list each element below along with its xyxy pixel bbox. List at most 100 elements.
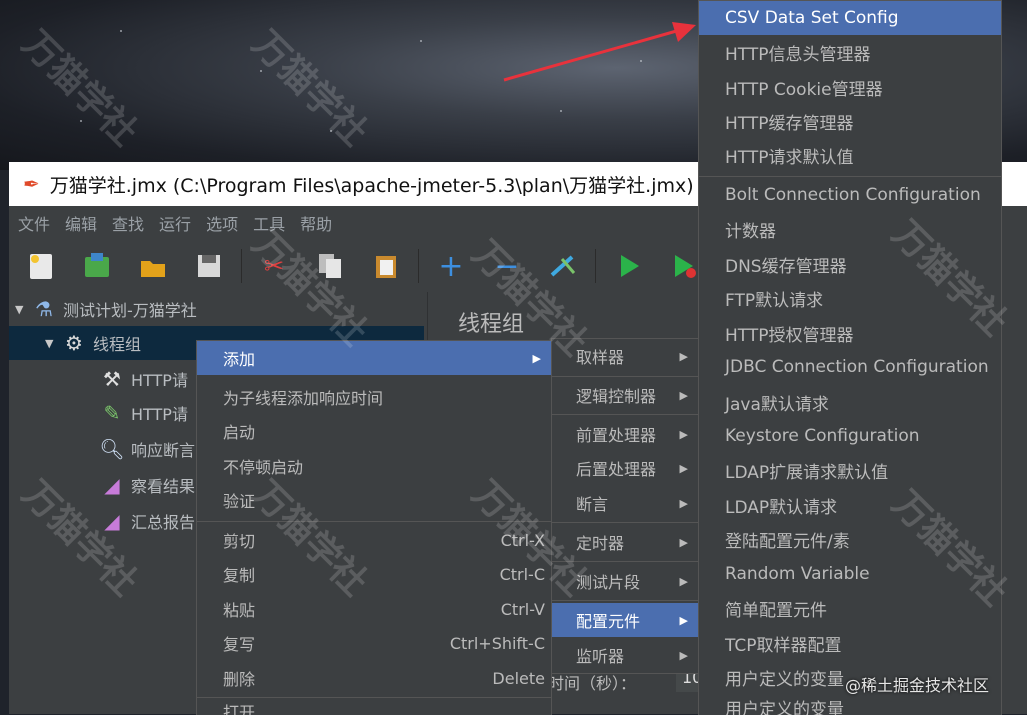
tree-label: 线程组 <box>93 335 142 354</box>
config-item-http-auth-manager[interactable]: HTTP授权管理器 <box>699 316 1001 350</box>
config-item-keystore[interactable]: Keystore Configuration <box>699 419 1001 453</box>
submenu-arrow-icon: ▶ <box>679 349 688 363</box>
templates-icon[interactable] <box>79 248 115 284</box>
new-icon[interactable] <box>23 248 59 284</box>
menu-item-label: JDBC Connection Configuration <box>725 357 989 377</box>
config-item-simple-config[interactable]: 简单配置元件 <box>699 591 1001 625</box>
collapse-icon[interactable]: − <box>489 248 525 284</box>
paste-icon[interactable] <box>368 248 404 284</box>
menu-separator <box>197 521 551 522</box>
menu-item-paste[interactable]: 粘贴 Ctrl-V <box>197 592 551 626</box>
config-item-tcp-sampler-config[interactable]: TCP取样器配置 <box>699 626 1001 660</box>
flask-icon: ⚗ <box>35 297 53 321</box>
menu-item-label: 用户定义的变量 <box>725 700 844 715</box>
menu-item-add[interactable]: 添加 ▶ <box>197 341 551 375</box>
submenu-item-pre-processor[interactable]: 前置处理器 ▶ <box>552 417 698 451</box>
submenu-arrow-icon: ▶ <box>679 461 688 475</box>
add-submenu: 取样器 ▶ 逻辑控制器 ▶ 前置处理器 ▶ 后置处理器 ▶ 断言 ▶ 定时器 ▶ 测试片段 ▶… <box>551 338 699 674</box>
pipette-icon: ✎ <box>103 401 121 425</box>
menu-item-label: 前置处理器 <box>576 426 657 445</box>
save-icon[interactable] <box>191 248 227 284</box>
config-item-dns-cache-manager[interactable]: DNS缓存管理器 <box>699 247 1001 281</box>
expand-icon[interactable]: + <box>433 248 469 284</box>
menu-separator <box>552 376 698 377</box>
config-item-csv-data-set[interactable]: CSV Data Set Config <box>699 1 1001 35</box>
panel-title: 线程组 <box>458 312 525 337</box>
tree-label: 汇总报告 <box>131 513 196 532</box>
copy-icon[interactable] <box>312 248 348 284</box>
config-item-ldap-defaults[interactable]: LDAP默认请求 <box>699 488 1001 522</box>
tree-node-view-results[interactable]: ◢ 察看结果 <box>99 468 195 502</box>
config-item-counter[interactable]: 计数器 <box>699 212 1001 246</box>
submenu-item-sampler[interactable]: 取样器 ▶ <box>552 339 698 373</box>
collapse-triangle-icon[interactable]: ▼ <box>45 337 61 350</box>
submenu-item-post-processor[interactable]: 后置处理器 ▶ <box>552 451 698 485</box>
menu-help[interactable]: 帮助 <box>300 211 332 235</box>
menu-item-label: 验证 <box>223 492 256 511</box>
tree-label: 测试计划-万猫学社 <box>63 301 197 320</box>
cut-icon[interactable]: ✂ <box>256 248 292 284</box>
submenu-item-assertion[interactable]: 断言 ▶ <box>552 486 698 520</box>
start-icon[interactable] <box>610 248 646 284</box>
config-item-java-defaults[interactable]: Java默认请求 <box>699 385 1001 419</box>
menu-item-label: 用户定义的变量 <box>725 669 844 690</box>
collapse-triangle-icon[interactable]: ▼ <box>15 303 31 316</box>
start-no-pause-icon[interactable] <box>666 248 702 284</box>
menu-tools[interactable]: 工具 <box>253 211 285 235</box>
menu-item-label: 测试片段 <box>576 573 641 592</box>
menu-file[interactable]: 文件 <box>18 211 50 235</box>
menu-item-cut[interactable]: 剪切 Ctrl-X <box>197 523 551 557</box>
menu-item-validate[interactable]: 验证 <box>197 483 551 517</box>
menu-options[interactable]: 选项 <box>206 211 238 235</box>
toolbar-separator <box>418 249 419 283</box>
submenu-item-timer[interactable]: 定时器 ▶ <box>552 525 698 559</box>
open-icon[interactable] <box>135 248 171 284</box>
tree-node-test-plan[interactable]: ▼ ⚗ 测试计划-万猫学社 <box>15 292 424 326</box>
submenu-item-config-element[interactable]: 配置元件 ▶ <box>552 603 698 637</box>
submenu-arrow-icon: ▶ <box>679 613 688 627</box>
config-item-random-variable[interactable]: Random Variable <box>699 557 1001 591</box>
tree-node-summary-report[interactable]: ◢ 汇总报告 <box>99 504 195 538</box>
window-title: 万猫学社.jmx (C:\Program Files\apache-jmeter… <box>49 174 760 197</box>
config-item-ftp-defaults[interactable]: FTP默认请求 <box>699 281 1001 315</box>
menu-item-delete[interactable]: 删除 Delete <box>197 661 551 695</box>
menu-item-copy[interactable]: 复制 Ctrl-C <box>197 557 551 591</box>
config-item-http-header-manager[interactable]: HTTP信息头管理器 <box>699 35 1001 69</box>
tools-icon: ⚒ <box>103 367 121 391</box>
config-item-ldap-extended-defaults[interactable]: LDAP扩展请求默认值 <box>699 453 1001 487</box>
toggle-icon[interactable] <box>545 248 581 284</box>
config-item-user-defined-variables-2[interactable]: 用户定义的变量 <box>699 695 1001 715</box>
menu-item-label: 添加 <box>223 350 256 369</box>
menu-shortcut: Ctrl-C <box>499 564 545 584</box>
menu-item-label: 为子线程添加响应时间 <box>223 389 384 408</box>
config-item-http-cache-manager[interactable]: HTTP缓存管理器 <box>699 104 1001 138</box>
submenu-arrow-icon: ▶ <box>679 535 688 549</box>
menu-item-start[interactable]: 启动 <box>197 414 551 448</box>
menu-item-duplicate[interactable]: 复写 Ctrl+Shift-C <box>197 626 551 660</box>
tree-node-http-request-2[interactable]: ✎ HTTP请 <box>99 396 188 430</box>
submenu-item-listener[interactable]: 监听器 ▶ <box>552 638 698 672</box>
submenu-arrow-icon: ▶ <box>532 351 541 365</box>
menu-item-open[interactable]: 打开 <box>197 699 551 715</box>
menu-run[interactable]: 运行 <box>159 211 191 235</box>
config-item-bolt-connection[interactable]: Bolt Connection Configuration <box>699 178 1001 212</box>
config-item-login-config[interactable]: 登陆配置元件/素 <box>699 522 1001 556</box>
submenu-item-logic-controller[interactable]: 逻辑控制器 ▶ <box>552 378 698 412</box>
menu-separator <box>552 414 698 415</box>
menu-item-label: 删除 <box>223 670 256 689</box>
menu-search[interactable]: 查找 <box>112 211 144 235</box>
config-item-http-request-defaults[interactable]: HTTP请求默认值 <box>699 138 1001 172</box>
menu-item-add-response-time[interactable]: 为子线程添加响应时间 <box>197 380 551 414</box>
submenu-arrow-icon: ▶ <box>679 496 688 510</box>
config-item-jdbc-connection[interactable]: JDBC Connection Configuration <box>699 350 1001 384</box>
tree-label: 察看结果 <box>131 477 196 496</box>
menu-item-start-no-pause[interactable]: 不停顿启动 <box>197 449 551 483</box>
menu-item-label: LDAP默认请求 <box>725 497 838 518</box>
tree-node-http-request-1[interactable]: ⚒ HTTP请 <box>99 362 188 396</box>
menu-item-label: 后置处理器 <box>576 460 657 479</box>
menu-item-label: HTTP请求默认值 <box>725 147 854 168</box>
tree-node-response-assertion[interactable]: 🔍︎ 响应断言 <box>99 432 195 466</box>
config-item-http-cookie-manager[interactable]: HTTP Cookie管理器 <box>699 70 1001 104</box>
submenu-item-test-fragment[interactable]: 测试片段 ▶ <box>552 564 698 598</box>
menu-edit[interactable]: 编辑 <box>65 211 97 235</box>
